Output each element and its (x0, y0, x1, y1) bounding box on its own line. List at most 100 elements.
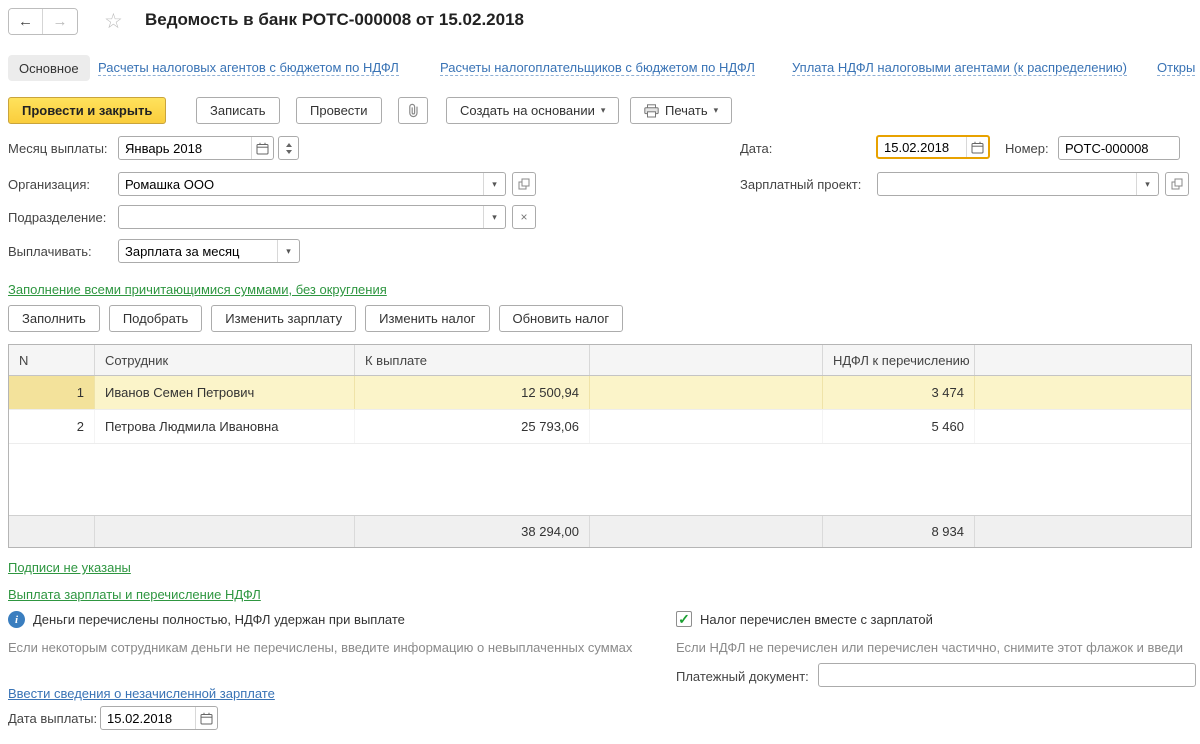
col-header-ndfl[interactable]: НДФЛ к перечислению (823, 345, 975, 375)
signatures-link[interactable]: Подписи не указаны (8, 560, 131, 575)
empty-cell (975, 410, 1191, 443)
tab-main[interactable]: Основное (8, 55, 90, 81)
spinner-up-icon (286, 143, 292, 147)
salary-project-label: Зарплатный проект: (740, 177, 861, 192)
fill-sums-link[interactable]: Заполнение всеми причитающимися суммами,… (8, 282, 387, 297)
nav-link-ndfl-payment[interactable]: Уплата НДФЛ налоговыми агентами (к распр… (792, 60, 1127, 76)
col-header-payout[interactable]: К выплате (355, 345, 590, 375)
employee-cell[interactable]: Иванов Семен Петрович (95, 376, 355, 409)
number-input[interactable] (1059, 137, 1179, 159)
pay-date-field (100, 706, 218, 730)
spinner-down-icon (286, 150, 292, 154)
right-hint-text: Если НДФЛ не перечислен или перечислен ч… (676, 640, 1200, 655)
ndfl-cell[interactable]: 5 460 (823, 410, 975, 443)
forward-button[interactable]: → (43, 9, 77, 34)
pay-date-input[interactable] (101, 707, 195, 729)
favorite-star-icon[interactable]: ☆ (104, 11, 123, 32)
col-header-employee[interactable]: Сотрудник (95, 345, 355, 375)
month-spinner[interactable] (278, 136, 299, 160)
organization-dropdown[interactable]: ▾ (483, 173, 505, 195)
chevron-down-icon: ▾ (714, 105, 719, 116)
calendar-icon[interactable] (251, 137, 273, 159)
payout-cell[interactable]: 12 500,94 (355, 376, 590, 409)
left-hint-text: Если некоторым сотрудникам деньги не пер… (8, 640, 632, 655)
number-field (1058, 136, 1180, 160)
month-field (118, 136, 274, 160)
employee-cell[interactable]: Петрова Людмила Ивановна (95, 410, 355, 443)
pay-kind-dropdown[interactable]: ▾ (277, 240, 299, 262)
empty-cell (590, 410, 823, 443)
check-icon: ✓ (678, 612, 690, 626)
table-row[interactable]: 2 Петрова Людмила Ивановна 25 793,06 5 4… (9, 410, 1191, 444)
table-totals-row: 38 294,00 8 934 (9, 515, 1191, 547)
number-label: Номер: (1005, 141, 1049, 156)
totals-empty (590, 516, 823, 547)
organization-open-button[interactable] (512, 172, 536, 196)
change-tax-label: Изменить налог (379, 311, 475, 326)
pick-button[interactable]: Подобрать (109, 305, 202, 332)
change-tax-button[interactable]: Изменить налог (365, 305, 489, 332)
attachments-button[interactable] (398, 97, 428, 124)
totals-empty (95, 516, 355, 547)
payment-doc-label: Платежный документ: (676, 669, 809, 684)
date-label: Дата: (740, 141, 772, 156)
organization-input[interactable] (119, 173, 483, 195)
table-actions: Заполнить Подобрать Изменить зарплату Из… (8, 305, 623, 332)
totals-payout: 38 294,00 (355, 516, 590, 547)
salary-project-field: ▾ (877, 172, 1159, 196)
department-field: ▾ (118, 205, 506, 229)
col-header-n[interactable]: N (9, 345, 95, 375)
back-button[interactable]: ← (9, 9, 43, 34)
salary-project-input[interactable] (878, 173, 1136, 195)
salary-project-open-button[interactable] (1165, 172, 1189, 196)
change-salary-button[interactable]: Изменить зарплату (211, 305, 356, 332)
open-window-icon (1171, 178, 1183, 190)
enter-unpaid-salary-link[interactable]: Ввести сведения о незачисленной зарплате (8, 686, 275, 701)
tax-transferred-checkbox[interactable]: ✓ (676, 611, 692, 627)
create-based-on-button[interactable]: Создать на основании▾ (446, 97, 619, 124)
calendar-icon[interactable] (195, 707, 217, 729)
pay-kind-input[interactable] (119, 240, 277, 262)
pay-kind-label: Выплачивать: (8, 244, 92, 259)
pick-label: Подобрать (123, 311, 188, 326)
update-tax-button[interactable]: Обновить налог (499, 305, 624, 332)
organization-field: ▾ (118, 172, 506, 196)
post-and-close-button[interactable]: Провести и закрыть (8, 97, 166, 124)
organization-label: Организация: (8, 177, 90, 192)
tax-checkbox-label[interactable]: Налог перечислен вместе с зарплатой (700, 612, 933, 627)
totals-empty (975, 516, 1191, 547)
totals-empty (9, 516, 95, 547)
post-button[interactable]: Провести (296, 97, 382, 124)
nav-link-open[interactable]: Откры (1157, 60, 1195, 76)
salary-ndfl-link[interactable]: Выплата зарплаты и перечисление НДФЛ (8, 587, 261, 602)
open-window-icon (518, 178, 530, 190)
nav-link-taxpayers[interactable]: Расчеты налогоплательщиков с бюджетом по… (440, 60, 755, 76)
save-button[interactable]: Записать (196, 97, 280, 124)
row-number: 1 (9, 376, 95, 409)
table-header-row: N Сотрудник К выплате НДФЛ к перечислени… (9, 345, 1191, 376)
empty-cell (975, 376, 1191, 409)
nav-link-tax-agents[interactable]: Расчеты налоговых агентов с бюджетом по … (98, 60, 399, 76)
forward-icon: → (53, 13, 68, 30)
info-icon: i (8, 611, 25, 628)
month-input[interactable] (119, 137, 251, 159)
payment-doc-field (818, 663, 1196, 687)
fill-button[interactable]: Заполнить (8, 305, 100, 332)
print-button[interactable]: Печать ▾ (630, 97, 732, 124)
department-input[interactable] (119, 206, 483, 228)
department-clear-button[interactable]: × (512, 205, 536, 229)
salary-project-dropdown[interactable]: ▾ (1136, 173, 1158, 195)
payment-doc-input[interactable] (819, 664, 1195, 686)
history-nav-group: ← → (8, 8, 78, 35)
ndfl-cell[interactable]: 3 474 (823, 376, 975, 409)
date-input[interactable] (878, 137, 966, 157)
table-empty-area (9, 444, 1191, 515)
date-field (876, 135, 990, 159)
department-dropdown[interactable]: ▾ (483, 206, 505, 228)
table-row[interactable]: 1 Иванов Семен Петрович 12 500,94 3 474 (9, 376, 1191, 410)
print-label: Печать (665, 103, 708, 118)
payout-cell[interactable]: 25 793,06 (355, 410, 590, 443)
calendar-icon[interactable] (966, 137, 988, 157)
money-transferred-text: Деньги перечислены полностью, НДФЛ удерж… (33, 612, 405, 627)
document-window: ← → ☆ Ведомость в банк РОТС-000008 от 15… (0, 0, 1200, 744)
